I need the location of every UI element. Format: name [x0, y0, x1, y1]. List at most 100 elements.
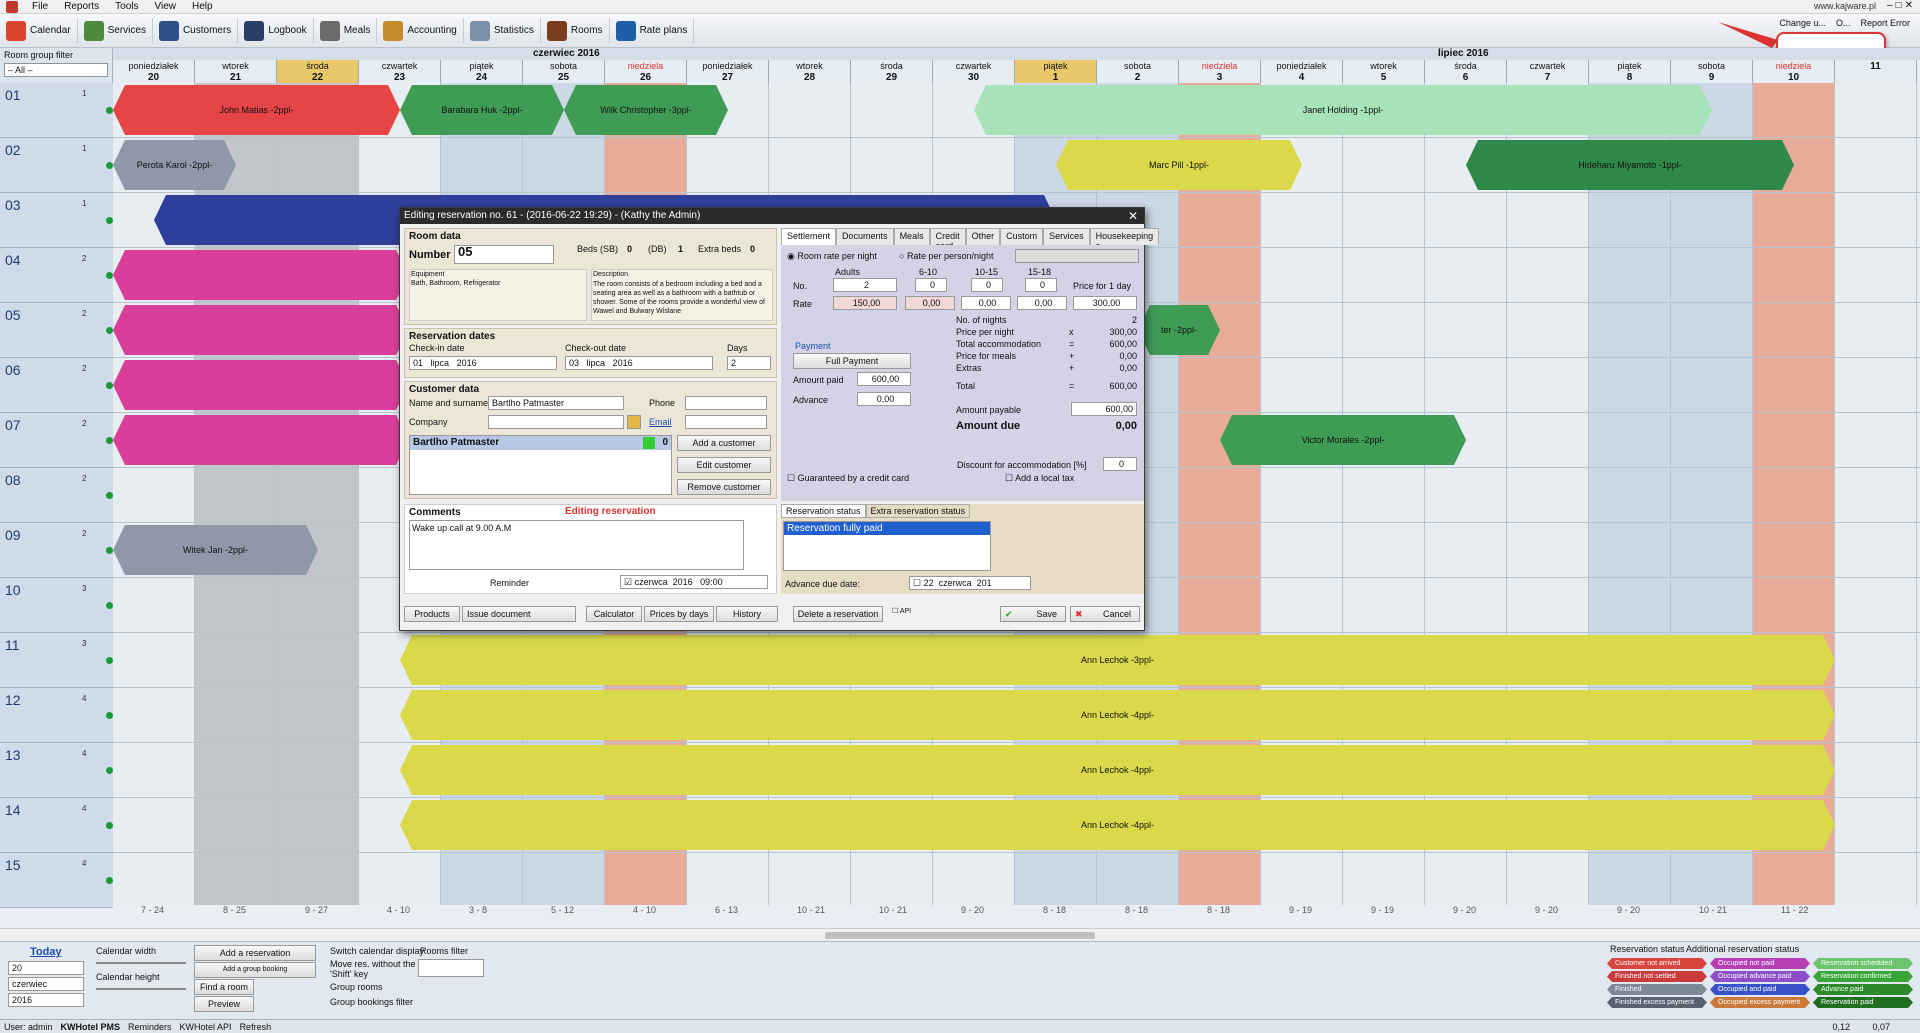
- rate-per-person-radio[interactable]: ○ Rate per person/night: [899, 251, 994, 261]
- status-tab[interactable]: Additional reservation status: [1686, 944, 1799, 954]
- room-row-header[interactable]: 03 1: [0, 193, 113, 248]
- booking-block[interactable]: Hideharu Miyamoto -1ppl-: [1466, 140, 1794, 190]
- status-selected-item[interactable]: Reservation fully paid: [784, 522, 990, 535]
- guaranteed-checkbox[interactable]: ☐ Guaranteed by a credit card: [787, 473, 909, 484]
- add-reservation-button[interactable]: Add a reservation: [194, 945, 316, 961]
- adults-count[interactable]: 2: [833, 278, 897, 292]
- advance-due-field[interactable]: ☐ 22 czerwca 201: [909, 576, 1031, 590]
- api-checkbox[interactable]: ☐ API: [892, 607, 911, 615]
- name-field[interactable]: Bartlho Patmaster: [488, 396, 624, 410]
- day-header[interactable]: niedziela 26: [605, 60, 687, 83]
- day-header[interactable]: piątek 24: [441, 60, 523, 83]
- rate-plan-select[interactable]: [1015, 249, 1139, 263]
- menu-tools[interactable]: Tools: [107, 0, 146, 14]
- day-header[interactable]: środa 22: [277, 60, 359, 83]
- remove-customer-button[interactable]: Remove customer: [677, 479, 771, 495]
- room-row-header[interactable]: 12 4: [0, 688, 113, 743]
- rate-15-18[interactable]: 0,00: [1017, 296, 1067, 310]
- kids-10-15-count[interactable]: 0: [971, 278, 1003, 292]
- day-header[interactable]: poniedziałek 4: [1261, 60, 1343, 83]
- booking-block[interactable]: [113, 415, 408, 465]
- booking-block[interactable]: Barabara Huk -2ppl-: [400, 85, 564, 135]
- dialog-tab[interactable]: Housekeeping c: [1089, 228, 1160, 251]
- room-group-filter-select[interactable]: – All –: [4, 63, 108, 77]
- day-header[interactable]: wtorek 21: [195, 60, 277, 83]
- room-row-header[interactable]: 01 1: [0, 83, 113, 138]
- booking-block[interactable]: Wilk Christopher -3ppl-: [564, 85, 728, 135]
- horizontal-scrollbar[interactable]: [0, 928, 1920, 941]
- menu-view[interactable]: View: [147, 0, 185, 14]
- full-payment-button[interactable]: Full Payment: [793, 353, 911, 369]
- email-link[interactable]: Email: [649, 417, 672, 427]
- reminders-link[interactable]: Reminders: [128, 1022, 172, 1032]
- day-header[interactable]: piątek 8: [1589, 60, 1671, 83]
- room-number-select[interactable]: 05: [454, 245, 554, 264]
- day-header[interactable]: niedziela 10: [1753, 60, 1835, 83]
- day-header[interactable]: środa 29: [851, 60, 933, 83]
- save-button[interactable]: ✔ Save: [1000, 606, 1066, 622]
- amount-payable-field[interactable]: 600,00: [1071, 402, 1137, 416]
- toolbar-logbook-button[interactable]: Logbook: [238, 17, 314, 44]
- dialog-tab[interactable]: Settlement: [781, 228, 837, 245]
- days-stepper[interactable]: 2: [727, 356, 771, 370]
- rate-per-night-radio[interactable]: ◉ Room rate per night: [787, 251, 877, 262]
- day-header[interactable]: wtorek 5: [1343, 60, 1425, 83]
- toolbar-rooms-button[interactable]: Rooms: [541, 17, 610, 44]
- booking-block[interactable]: Ann Lechok -4ppl-: [400, 745, 1835, 795]
- room-row-header[interactable]: 09 2: [0, 523, 113, 578]
- toolbar-services-button[interactable]: Services: [78, 17, 153, 44]
- phone-field[interactable]: [685, 396, 767, 410]
- checkout-date-field[interactable]: 03 lipca 2016: [565, 356, 713, 370]
- day-header[interactable]: czwartek 7: [1507, 60, 1589, 83]
- day-header[interactable]: niedziela 3: [1179, 60, 1261, 83]
- day-header[interactable]: sobota 2: [1097, 60, 1179, 83]
- toolbar-rate-plans-button[interactable]: Rate plans: [610, 17, 695, 44]
- day-header[interactable]: sobota 9: [1671, 60, 1753, 83]
- booking-block[interactable]: Victor Morales -2ppl-: [1220, 415, 1466, 465]
- issue-document-select[interactable]: Issue document: [462, 606, 576, 622]
- booking-block[interactable]: [113, 360, 408, 410]
- add-customer-button[interactable]: Add a customer: [677, 435, 771, 451]
- booking-block[interactable]: ter -2ppl-: [1138, 305, 1220, 355]
- day-header[interactable]: 11: [1835, 60, 1917, 83]
- api-link[interactable]: KWHotel API: [180, 1022, 232, 1032]
- booking-block[interactable]: [113, 305, 408, 355]
- booking-block[interactable]: Marc Pill -1ppl-: [1056, 140, 1302, 190]
- month-field[interactable]: czerwiec: [8, 977, 84, 991]
- day-header[interactable]: środa 6: [1425, 60, 1507, 83]
- room-row-header[interactable]: 13 4: [0, 743, 113, 798]
- booking-block[interactable]: Perota Karol -2ppl-: [113, 140, 236, 190]
- toolbar-accounting-button[interactable]: Accounting: [377, 17, 464, 44]
- key-icon[interactable]: [627, 415, 641, 429]
- toolbar-right-item[interactable]: O...: [1836, 18, 1851, 28]
- checkin-date-field[interactable]: 01 lipca 2016: [409, 356, 557, 370]
- preview-button[interactable]: Preview: [194, 996, 254, 1012]
- reminder-field[interactable]: ☑ czerwca 2016 09:00: [620, 575, 768, 589]
- site-link[interactable]: www.kajware.pl: [1814, 1, 1876, 11]
- customer-list[interactable]: Bartlho Patmaster 0: [409, 435, 672, 495]
- dialog-tab[interactable]: Other: [965, 228, 1001, 245]
- room-row-header[interactable]: 02 1: [0, 138, 113, 193]
- room-row-header[interactable]: 06 2: [0, 358, 113, 413]
- customer-list-item[interactable]: Bartlho Patmaster 0: [410, 436, 671, 450]
- toolbar-meals-button[interactable]: Meals: [314, 17, 378, 44]
- booking-block[interactable]: [113, 250, 408, 300]
- toolbar-statistics-button[interactable]: Statistics: [464, 17, 541, 44]
- dialog-tab[interactable]: Services: [1043, 228, 1090, 245]
- scroll-thumb[interactable]: [825, 932, 1095, 939]
- comments-textarea[interactable]: Wake up call at 9.00 A.M: [409, 520, 744, 570]
- booking-block[interactable]: Ann Lechok -4ppl-: [400, 690, 1835, 740]
- rooms-filter-input[interactable]: [418, 959, 484, 977]
- calendar-height-slider[interactable]: [96, 988, 186, 990]
- menu-file[interactable]: File: [24, 0, 56, 14]
- room-row-header[interactable]: 07 2: [0, 413, 113, 468]
- room-row-header[interactable]: 08 2: [0, 468, 113, 523]
- kids-6-10-count[interactable]: 0: [915, 278, 947, 292]
- window-controls[interactable]: –□✕: [1887, 0, 1916, 11]
- day-header[interactable]: czwartek 30: [933, 60, 1015, 83]
- booking-block[interactable]: Ann Lechok -3ppl-: [400, 635, 1835, 685]
- menu-reports[interactable]: Reports: [56, 0, 107, 14]
- booking-block[interactable]: John Matias -2ppl-: [113, 85, 400, 135]
- dialog-tab[interactable]: Credit card: [929, 228, 966, 251]
- room-row-header[interactable]: 11 3: [0, 633, 113, 688]
